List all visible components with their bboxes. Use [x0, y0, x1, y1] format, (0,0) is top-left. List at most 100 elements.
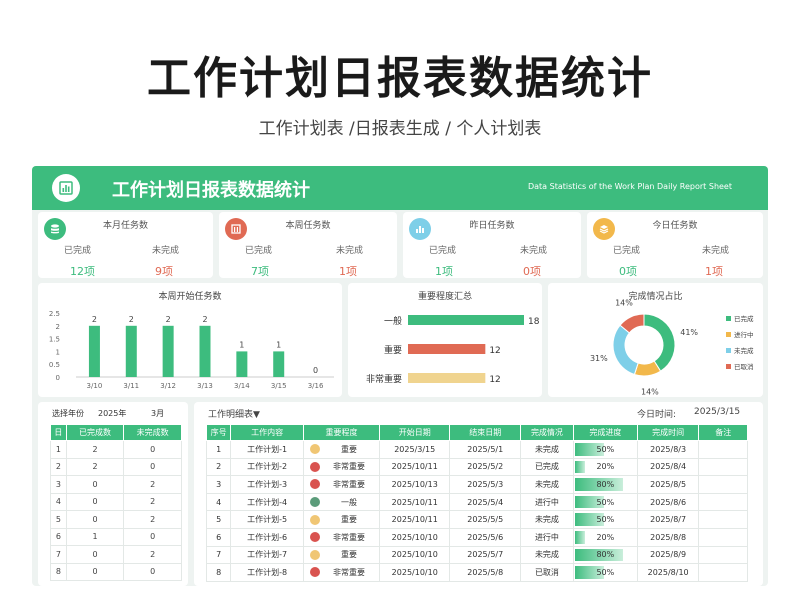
completion-donut-chart: 41% 14% 31% 14% 已完成进行中未完成已取消: [590, 298, 754, 397]
bar: [88, 325, 100, 377]
category-label: 非常重要: [366, 373, 402, 385]
y-tick-label: 2: [56, 323, 60, 331]
table-row[interactable]: 2 工作计划-2 非常重要 2025/10/11 2025/5/2 已完成 20% 2025/…: [205, 457, 748, 477]
y-tick-label: 0: [56, 374, 60, 382]
donut-slice: [643, 313, 676, 372]
bar: [408, 373, 486, 383]
x-tick-label: 3/14: [234, 382, 250, 390]
kpi-done-value: 0项: [619, 265, 637, 278]
legend-swatch: [726, 364, 731, 369]
importance-cell: 非常重要: [302, 563, 380, 582]
table-row: 702: [50, 545, 182, 564]
task-name: 工作计划-8: [230, 563, 304, 582]
row-number: 5: [205, 510, 232, 529]
y-tick-label: 1.5: [49, 336, 60, 344]
x-tick-label: 3/13: [197, 382, 213, 390]
table-cell: 7: [50, 545, 67, 564]
importance-dot-icon: [309, 497, 320, 508]
column-header: 日: [50, 424, 67, 441]
category-label: 重要: [384, 344, 402, 356]
importance-cell: 非常重要: [302, 475, 380, 494]
status: 已完成: [520, 457, 574, 477]
dashboard-sheet: 工作计划日报表数据统计 Data Statistics of the Work …: [32, 166, 768, 586]
table-cell: 0: [65, 492, 125, 511]
importance-level: 重要: [340, 550, 357, 560]
table-row: 610: [50, 527, 182, 546]
table-cell: 4: [50, 492, 67, 511]
table-cell: 0: [65, 545, 125, 564]
status: 未完成: [520, 510, 574, 529]
start-date: 2025/10/11: [378, 492, 451, 512]
kpi-done-label: 已完成: [613, 246, 641, 256]
start-date: 2025/10/13: [378, 475, 451, 494]
importance-level: 非常重要: [332, 567, 365, 577]
table-cell: 2: [65, 440, 125, 459]
end-date: 2025/5/6: [449, 527, 521, 547]
importance-level: 非常重要: [332, 532, 365, 542]
status: 进行中: [520, 527, 574, 547]
table-row[interactable]: 8 工作计划-8 非常重要 2025/10/10 2025/5/8 已取消 50% 2025/…: [205, 563, 748, 582]
end-date: 2025/5/1: [449, 440, 521, 459]
legend-label: 已取消: [734, 362, 754, 371]
banner-english-title: Data Statistics of the Work Plan Daily R…: [527, 182, 732, 191]
progress-value: 80%: [596, 479, 615, 489]
y-tick-label: 1: [56, 348, 60, 356]
table-row[interactable]: 5 工作计划-5 重要 2025/10/11 2025/5/5 未完成 50% 2025/8/…: [205, 510, 748, 529]
progress-cell: 20%: [572, 527, 638, 547]
bar: [125, 325, 137, 377]
end-date: 2025/5/2: [449, 457, 521, 477]
table-row[interactable]: 7 工作计划-7 重要 2025/10/10 2025/5/7 未完成 80% 2025/8/…: [205, 545, 748, 565]
importance-level: 一般: [340, 497, 357, 507]
column-header: 开始日期: [378, 424, 451, 441]
table-cell: 2: [50, 457, 67, 476]
table-cell: 0: [65, 562, 125, 581]
finish-date: 2025/8/8: [636, 527, 700, 547]
table-row: 402: [50, 492, 182, 511]
completion-donut-panel: 完成情况占比 41% 14% 31% 14% 已完成 进行中 未完成 已取消: [548, 283, 763, 397]
slice-value-label: 14%: [641, 388, 659, 397]
legend-label: 未完成: [734, 346, 754, 355]
bar-value-label: 12: [489, 346, 500, 356]
note: [698, 440, 748, 459]
table-cell: 0: [65, 510, 125, 529]
importance-level: 重要: [340, 515, 357, 525]
column-header: 未完成数: [123, 424, 182, 441]
table-row[interactable]: 6 工作计划-6 非常重要 2025/10/10 2025/5/6 进行中 20% 2025/…: [205, 527, 748, 547]
kpi-undone-value: 1项: [705, 265, 723, 278]
row-number: 4: [205, 492, 232, 512]
table-cell: 0: [123, 440, 182, 459]
task-name: 工作计划-7: [230, 545, 304, 565]
kpi-undone-value: 9项: [155, 265, 173, 278]
row-number: 1: [205, 440, 232, 459]
bar: [408, 315, 524, 325]
year-label: 选择年份: [52, 409, 84, 418]
table-cell: 2: [65, 457, 125, 476]
table-cell: 3: [50, 475, 67, 494]
task-name: 工作计划-1: [230, 440, 304, 459]
kpi-done-value: 1项: [435, 265, 453, 278]
row-number: 2: [205, 457, 232, 477]
status: 已取消: [520, 563, 574, 582]
note: [698, 492, 748, 512]
importance-dot-icon: [309, 479, 320, 490]
month-select[interactable]: 3月: [151, 408, 164, 419]
bar-value-label: 18: [528, 317, 540, 327]
x-tick-label: 3/16: [308, 382, 324, 390]
progress-value: 50%: [596, 567, 615, 577]
table-cell: 2: [123, 475, 182, 494]
task-name: 工作计划-4: [230, 492, 304, 512]
importance-cell: 非常重要: [302, 527, 380, 547]
note: [698, 457, 748, 477]
bar-value-label: 2: [129, 315, 134, 324]
detail-table-title[interactable]: 工作明细表▼: [208, 407, 260, 420]
bar-value-label: 1: [239, 340, 244, 349]
table-row[interactable]: 3 工作计划-3 非常重要 2025/10/13 2025/5/3 未完成 80% 2025/…: [205, 475, 748, 494]
table-row[interactable]: 1 工作计划-1 重要 2025/3/15 2025/5/1 未完成 50% 2025/8/3: [205, 440, 748, 459]
column-header: 完成进度: [572, 424, 638, 441]
table-row[interactable]: 4 工作计划-4 一般 2025/10/11 2025/5/4 进行中 50% 2025/8/…: [205, 492, 748, 512]
year-select[interactable]: 2025年: [98, 408, 126, 419]
progress-value: 20%: [596, 532, 615, 542]
legend-swatch: [726, 348, 731, 353]
kpi-done-label: 已完成: [429, 246, 457, 256]
x-tick-label: 3/15: [271, 382, 287, 390]
